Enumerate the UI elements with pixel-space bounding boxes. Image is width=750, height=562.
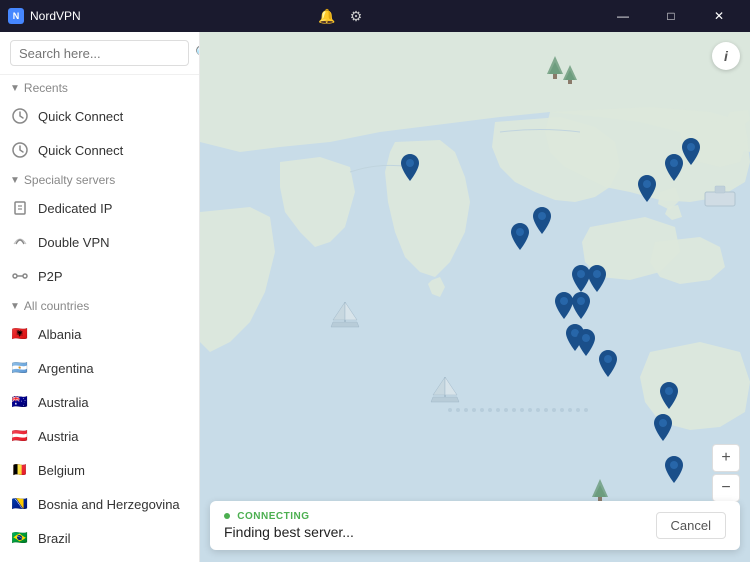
country-item-0[interactable]: 🇦🇱 Albania — [0, 317, 199, 351]
connecting-message: Finding best server... — [224, 524, 354, 540]
minimize-button[interactable]: — — [600, 0, 646, 32]
titlebar: N NordVPN 🔔 ⚙ — □ ✕ — [0, 0, 750, 32]
quick-connect-icon-2 — [10, 140, 30, 160]
country-name-3: Austria — [38, 429, 78, 444]
titlebar-left: N NordVPN — [8, 8, 81, 24]
zoom-controls: + − — [712, 444, 740, 502]
recents-section-header[interactable]: ▼ Recents — [0, 75, 199, 99]
country-list: 🇦🇱 Albania 🇦🇷 Argentina 🇦🇺 Australia 🇦🇹 … — [0, 317, 199, 562]
specialty-label: Specialty servers — [24, 173, 115, 187]
info-button[interactable]: i — [712, 42, 740, 70]
app-logo: N — [8, 8, 24, 24]
quick-connect-item-1[interactable]: Quick Connect — [0, 99, 199, 133]
quick-connect-item-2[interactable]: Quick Connect — [0, 133, 199, 167]
search-box: 🔍 — [0, 32, 199, 75]
connecting-status: CONNECTING — [224, 511, 354, 522]
search-input[interactable] — [19, 46, 195, 61]
p2p-item[interactable]: P2P — [0, 259, 199, 293]
country-flag-2: 🇦🇺 — [10, 392, 30, 412]
map-pin-2[interactable] — [530, 207, 554, 235]
map-pin-0[interactable] — [398, 154, 422, 182]
country-flag-0: 🇦🇱 — [10, 324, 30, 344]
map-pin-12[interactable] — [596, 350, 620, 378]
quick-connect-icon-1 — [10, 106, 30, 126]
country-name-1: Argentina — [38, 361, 94, 376]
titlebar-controls: — □ ✕ — [600, 0, 742, 32]
country-flag-1: 🇦🇷 — [10, 358, 30, 378]
bell-icon[interactable]: 🔔 — [318, 8, 335, 25]
recents-label: Recents — [24, 81, 68, 95]
dedicated-ip-item[interactable]: Dedicated IP — [0, 191, 199, 225]
all-countries-label: All countries — [24, 299, 89, 313]
recents-chevron: ▼ — [10, 83, 20, 94]
country-item-4[interactable]: 🇧🇪 Belgium — [0, 453, 199, 487]
all-countries-chevron: ▼ — [10, 301, 20, 312]
sidebar: 🔍 ▼ Recents Quick Connect — [0, 32, 200, 562]
double-vpn-icon — [10, 232, 30, 252]
zoom-out-button[interactable]: − — [712, 474, 740, 502]
country-name-6: Brazil — [38, 531, 71, 546]
maximize-button[interactable]: □ — [648, 0, 694, 32]
country-name-5: Bosnia and Herzegovina — [38, 497, 180, 512]
connecting-status-text: CONNECTING — [237, 511, 309, 522]
map-pin-11[interactable] — [574, 329, 598, 357]
map-pin-13[interactable] — [651, 414, 675, 442]
country-flag-5: 🇧🇦 — [10, 494, 30, 514]
country-name-4: Belgium — [38, 463, 85, 478]
country-name-0: Albania — [38, 327, 81, 342]
dedicated-ip-icon — [10, 198, 30, 218]
double-vpn-item[interactable]: Double VPN — [0, 225, 199, 259]
map-pin-3[interactable] — [635, 175, 659, 203]
country-item-2[interactable]: 🇦🇺 Australia — [0, 385, 199, 419]
country-flag-4: 🇧🇪 — [10, 460, 30, 480]
country-item-7[interactable]: 🇧🇬 Bulgaria — [0, 555, 199, 562]
close-button[interactable]: ✕ — [696, 0, 742, 32]
quick-connect-label-2: Quick Connect — [38, 143, 123, 158]
p2p-label: P2P — [38, 269, 63, 284]
country-item-6[interactable]: 🇧🇷 Brazil — [0, 521, 199, 555]
connecting-dot — [224, 513, 230, 519]
country-flag-3: 🇦🇹 — [10, 426, 30, 446]
country-name-2: Australia — [38, 395, 89, 410]
main-layout: 🔍 ▼ Recents Quick Connect — [0, 32, 750, 562]
specialty-section-header[interactable]: ▼ Specialty servers — [0, 167, 199, 191]
map-pin-1[interactable] — [508, 223, 532, 251]
country-item-3[interactable]: 🇦🇹 Austria — [0, 419, 199, 453]
double-vpn-label: Double VPN — [38, 235, 110, 250]
map-pin-7[interactable] — [585, 265, 609, 293]
map-pin-5[interactable] — [679, 138, 703, 166]
quick-connect-label-1: Quick Connect — [38, 109, 123, 124]
map-pin-14[interactable] — [657, 382, 681, 410]
map-area: i + − CONNECTING Finding best server... … — [200, 32, 750, 562]
app-name: NordVPN — [30, 9, 81, 23]
p2p-icon — [10, 266, 30, 286]
cancel-button[interactable]: Cancel — [656, 512, 726, 539]
country-item-1[interactable]: 🇦🇷 Argentina — [0, 351, 199, 385]
specialty-chevron: ▼ — [10, 175, 20, 186]
connecting-bar: CONNECTING Finding best server... Cancel — [210, 501, 740, 550]
dedicated-ip-label: Dedicated IP — [38, 201, 112, 216]
connecting-info: CONNECTING Finding best server... — [224, 511, 354, 540]
country-item-5[interactable]: 🇧🇦 Bosnia and Herzegovina — [0, 487, 199, 521]
titlebar-icons: 🔔 ⚙ — [318, 8, 362, 25]
zoom-in-button[interactable]: + — [712, 444, 740, 472]
map-pin-15[interactable] — [662, 456, 686, 484]
gear-icon[interactable]: ⚙ — [350, 8, 363, 25]
country-flag-6: 🇧🇷 — [10, 528, 30, 548]
all-countries-section-header[interactable]: ▼ All countries — [0, 293, 199, 317]
map-pin-9[interactable] — [569, 292, 593, 320]
search-input-wrap[interactable]: 🔍 — [10, 40, 189, 66]
